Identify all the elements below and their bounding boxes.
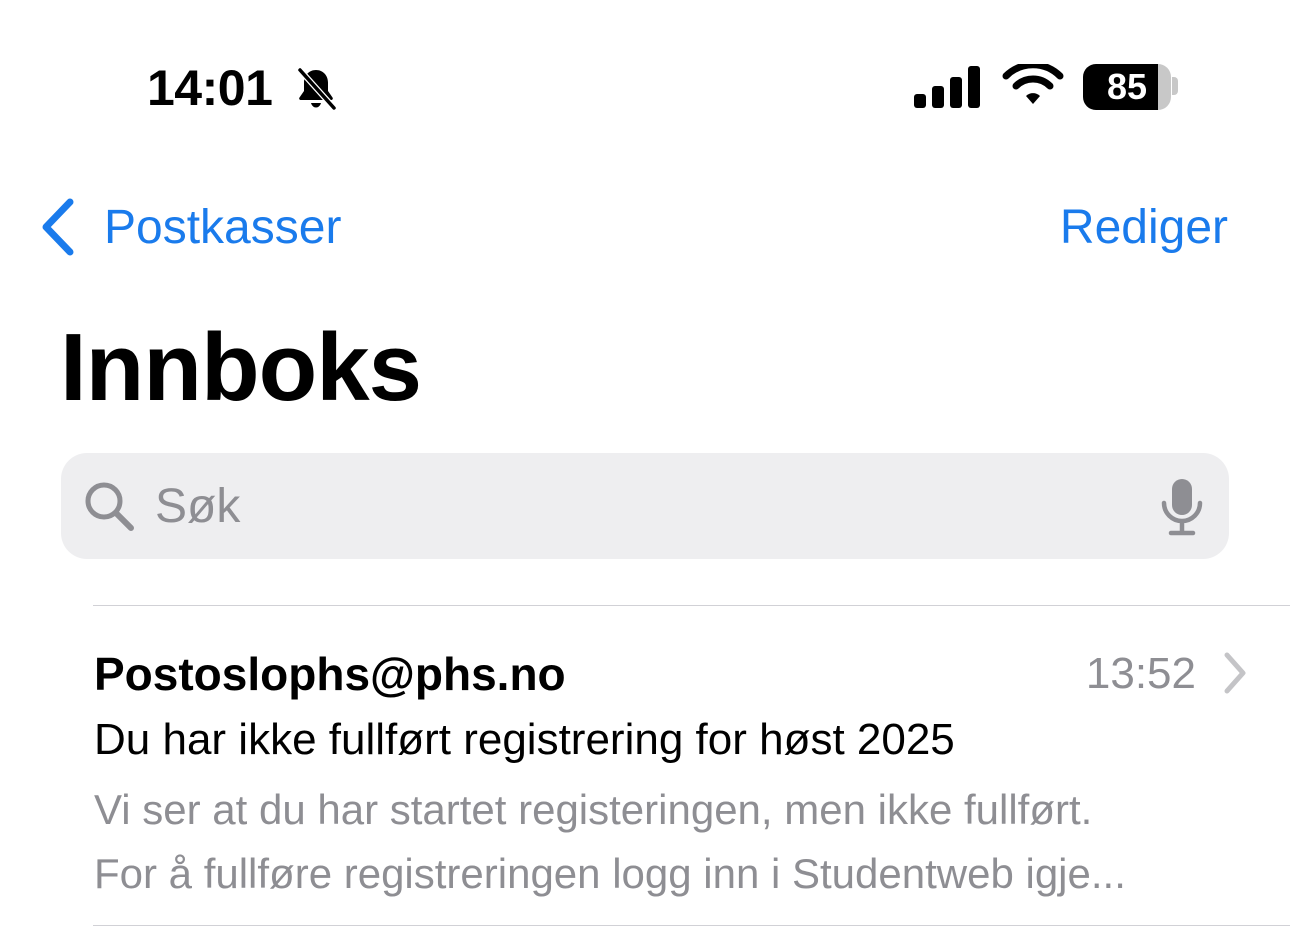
message-preview-line: Vi ser at du har startet registeringen, … [94,786,1093,833]
battery-icon: 85 [1083,64,1171,110]
battery-level: 85 [1106,66,1148,107]
battery-cap [1172,77,1178,95]
page-title: Innboks [60,314,422,421]
chevron-right-icon [1224,652,1246,694]
chevron-left-icon[interactable] [38,198,78,256]
message-time: 13:52 [1085,649,1196,698]
list-divider [93,925,1290,926]
search-icon [85,482,134,531]
cellular-signal-icon [914,66,980,108]
message-subject: Du har ikke fullført registrering for hø… [94,715,955,764]
status-time: 14:01 [147,60,273,116]
search-placeholder: Søk [155,480,241,533]
mail-inbox-screen: 14:01 85 Postkasser Rediger Innboks Søk [0,0,1290,933]
search-input[interactable]: Søk [61,453,1229,559]
wifi-icon [1002,64,1064,104]
bell-slash-icon [297,67,337,111]
list-item[interactable]: Postoslophs@phs.no 13:52 Du har ikke ful… [0,606,1290,924]
back-button-mailboxes[interactable]: Postkasser [104,198,341,258]
edit-button[interactable]: Rediger [1060,198,1228,258]
microphone-icon[interactable] [1161,477,1203,537]
message-preview: Vi ser at du har startet registeringen, … [94,778,1234,906]
message-preview-line: For å fullføre registreringen logg inn i… [94,850,1126,897]
message-sender: Postoslophs@phs.no [94,648,566,700]
